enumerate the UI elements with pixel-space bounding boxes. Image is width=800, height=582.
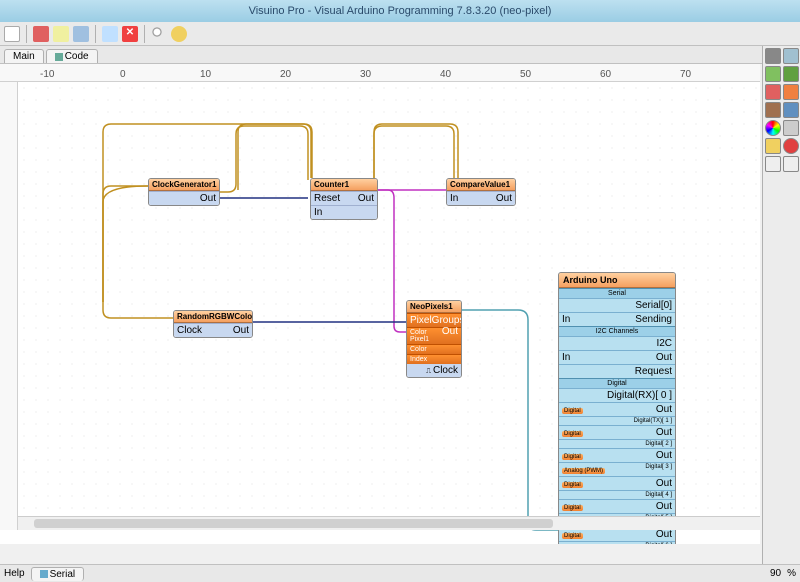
statusbar: Help Serial 90 % bbox=[0, 564, 800, 582]
zoom-value: 90 bbox=[770, 568, 781, 579]
arduino-pin-sub: Digital[ 4 ] bbox=[559, 490, 675, 499]
tab-bar: Main Code bbox=[0, 46, 800, 64]
arduino-pin-sub: Digital(TX)[ 1 ] bbox=[559, 416, 675, 425]
new-icon[interactable] bbox=[4, 26, 20, 42]
serial-icon bbox=[40, 570, 48, 578]
select-icon[interactable] bbox=[102, 26, 118, 42]
node-clockgenerator[interactable]: ClockGenerator1 Out bbox=[148, 178, 220, 206]
arduino-pin-row[interactable]: DigitalOut bbox=[559, 476, 675, 490]
arduino-pin-sub: Analog (PWM)Digital[ 3 ] bbox=[559, 462, 675, 476]
arduino-pin-row[interactable]: DigitalOut bbox=[559, 448, 675, 462]
serial-tab[interactable]: Serial bbox=[31, 567, 85, 581]
node-comparevalue[interactable]: CompareValue1 InOut bbox=[446, 178, 516, 206]
help-label[interactable]: Help bbox=[4, 568, 25, 579]
cut-icon[interactable] bbox=[33, 26, 49, 42]
node-title: ClockGenerator1 bbox=[149, 179, 219, 191]
vertical-ruler bbox=[0, 82, 18, 530]
node-counter[interactable]: Counter1 ResetOut In bbox=[310, 178, 378, 220]
tab-main[interactable]: Main bbox=[4, 49, 44, 63]
tab-code[interactable]: Code bbox=[46, 49, 98, 63]
node-title: NeoPixels1 bbox=[407, 301, 461, 313]
palette-item[interactable] bbox=[765, 120, 781, 136]
delete-icon[interactable]: ✕ bbox=[122, 26, 138, 42]
paste-icon[interactable] bbox=[73, 26, 89, 42]
palette-item[interactable] bbox=[765, 84, 781, 100]
palette-item[interactable] bbox=[765, 48, 781, 64]
workspace: -10 0 10 20 30 40 50 60 70 bbox=[0, 64, 760, 544]
arduino-pin-row[interactable]: DigitalOut bbox=[559, 499, 675, 513]
palette-item[interactable] bbox=[783, 84, 799, 100]
node-title: CompareValue1 bbox=[447, 179, 515, 191]
window-title: Visuino Pro - Visual Arduino Programming… bbox=[249, 5, 552, 17]
palette-item[interactable] bbox=[765, 156, 781, 172]
palette-item[interactable] bbox=[783, 102, 799, 118]
canvas[interactable]: ClockGenerator1 Out Counter1 ResetOut In… bbox=[18, 82, 760, 530]
palette-item[interactable] bbox=[765, 138, 781, 154]
horizontal-scrollbar[interactable] bbox=[18, 516, 760, 530]
arduino-title: Arduino Uno bbox=[559, 273, 675, 288]
search-icon[interactable] bbox=[151, 26, 167, 42]
divider bbox=[144, 25, 145, 43]
component-palette bbox=[762, 46, 800, 564]
palette-item[interactable] bbox=[783, 48, 799, 64]
palette-item[interactable] bbox=[783, 138, 799, 154]
divider bbox=[95, 25, 96, 43]
main-toolbar: ✕ bbox=[0, 22, 800, 46]
code-icon bbox=[55, 53, 63, 61]
palette-item[interactable] bbox=[783, 66, 799, 82]
palette-item[interactable] bbox=[783, 120, 799, 136]
arduino-pin-row[interactable]: DigitalOut bbox=[559, 402, 675, 416]
arduino-pin-sub: Analog (PWM)Digital[ 6 ] bbox=[559, 541, 675, 544]
node-neopixels[interactable]: NeoPixels1 PixelGroups Out Color Pixel1 … bbox=[406, 300, 462, 378]
divider bbox=[26, 25, 27, 43]
moon-icon[interactable] bbox=[171, 26, 187, 42]
horizontal-ruler: -10 0 10 20 30 40 50 60 70 bbox=[0, 64, 760, 82]
copy-icon[interactable] bbox=[53, 26, 69, 42]
palette-item[interactable] bbox=[783, 156, 799, 172]
palette-item[interactable] bbox=[765, 66, 781, 82]
zoom-unit: % bbox=[787, 568, 796, 579]
palette-item[interactable] bbox=[765, 102, 781, 118]
titlebar: Visuino Pro - Visual Arduino Programming… bbox=[0, 0, 800, 22]
node-title: RandomRGBWColor1 bbox=[174, 311, 252, 323]
node-title: Counter1 bbox=[311, 179, 377, 191]
node-arduino[interactable]: Arduino Uno Serial Serial[0] InSending I… bbox=[558, 272, 676, 544]
arduino-pin-sub: Digital[ 2 ] bbox=[559, 439, 675, 448]
arduino-pin-row[interactable]: DigitalOut bbox=[559, 425, 675, 439]
node-randomcolor[interactable]: RandomRGBWColor1 ClockOut bbox=[173, 310, 253, 338]
